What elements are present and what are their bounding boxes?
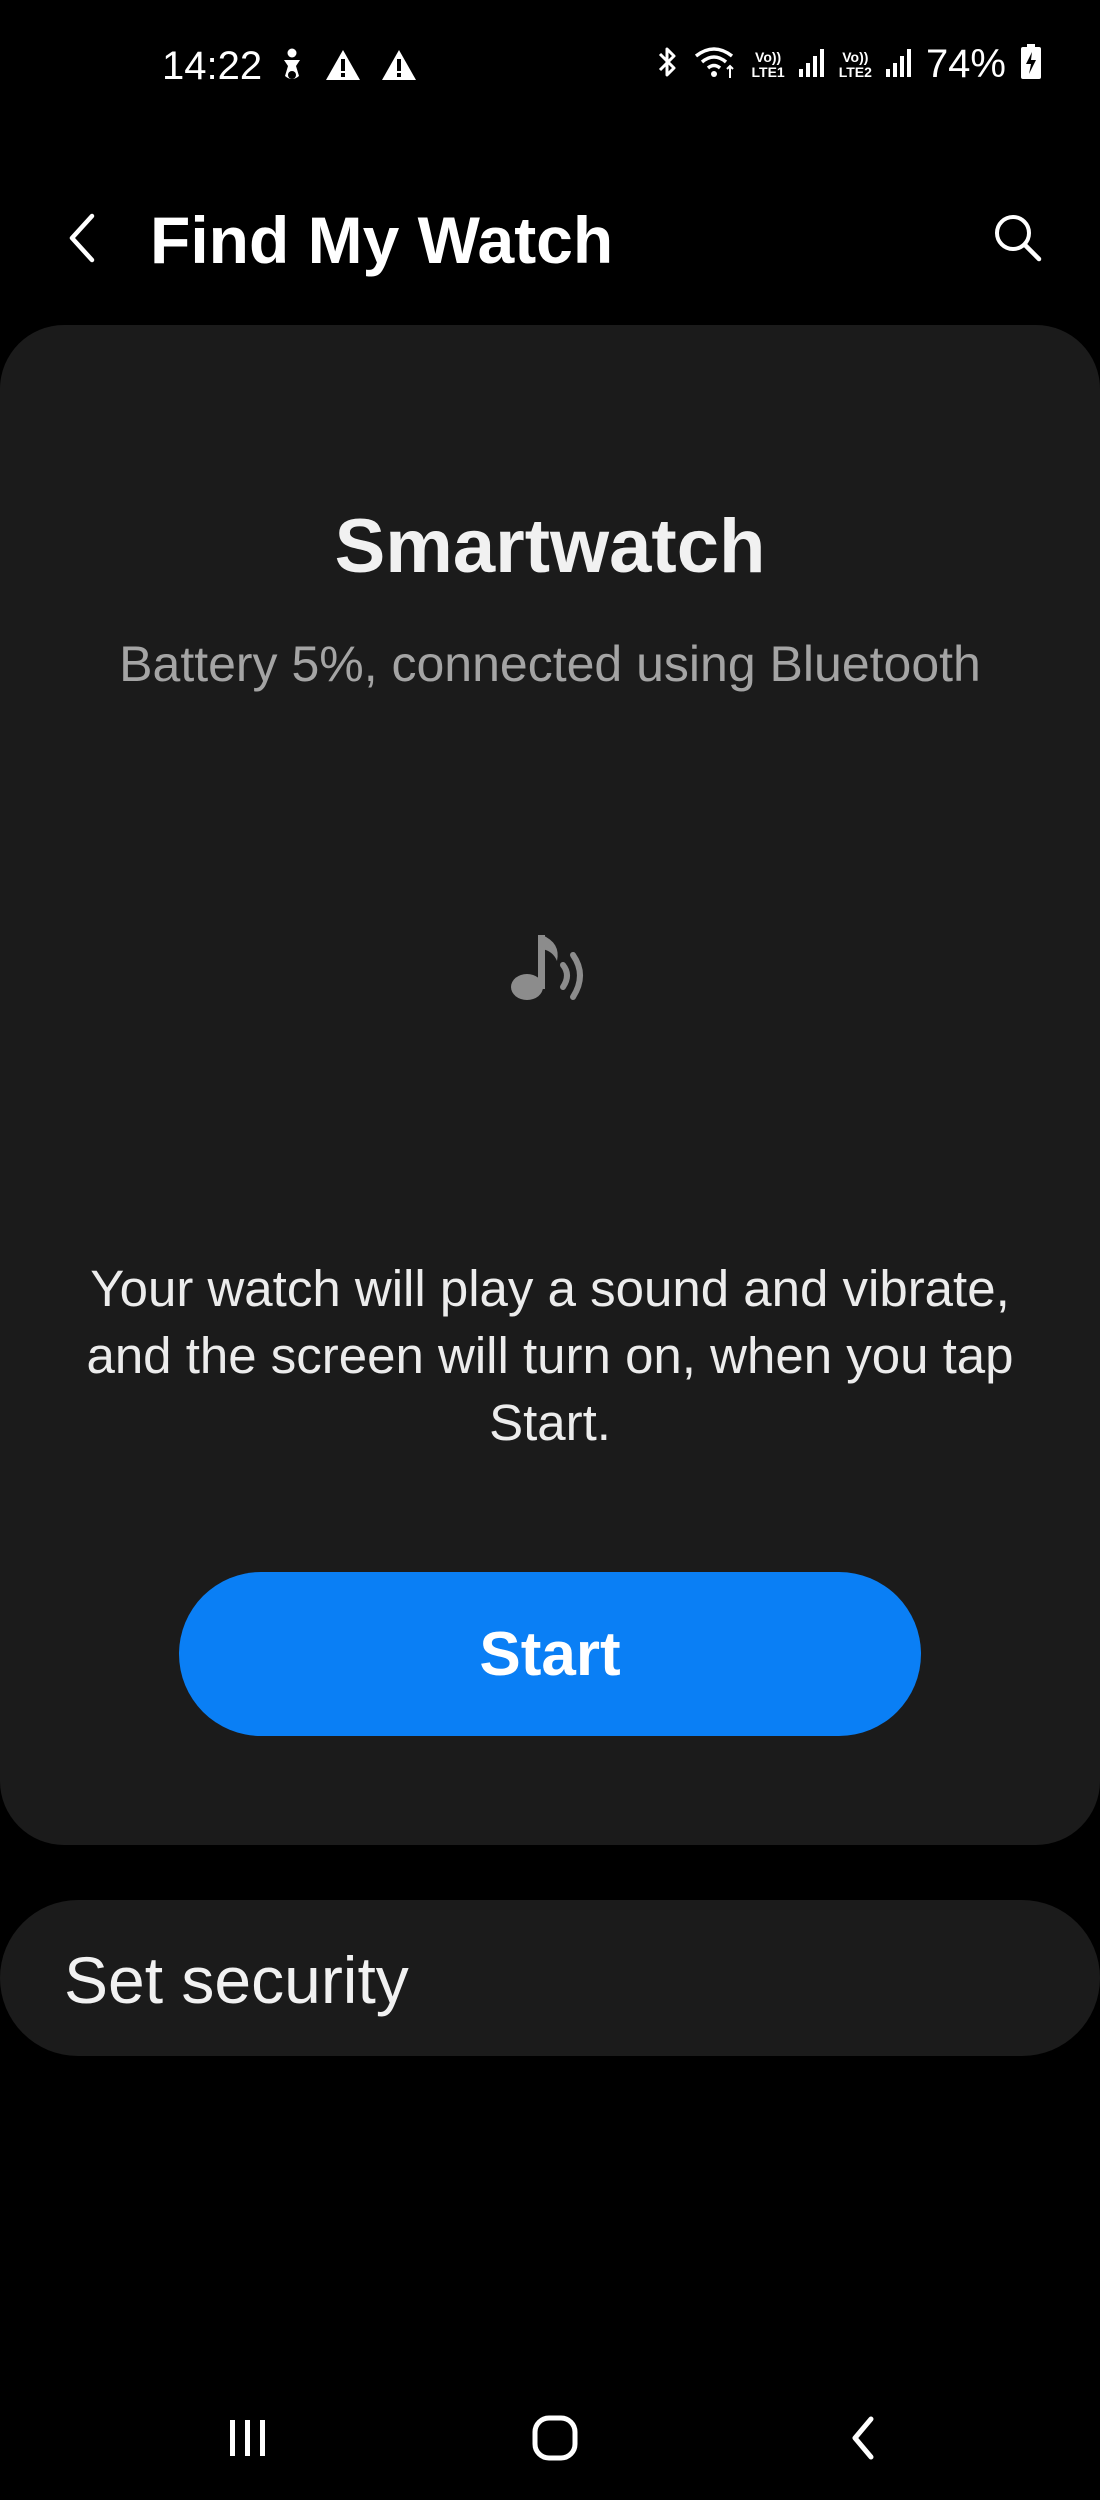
signal-icon xyxy=(798,47,825,82)
nav-back-button[interactable] xyxy=(803,2380,923,2500)
app-bar: Find My Watch xyxy=(0,170,1100,310)
start-button[interactable]: Start xyxy=(179,1572,921,1736)
home-icon xyxy=(530,2413,580,2468)
status-system-icons: Vo)) LTE1 Vo)) LTE2 74% xyxy=(656,42,1042,87)
device-status: Battery 5%, connected using Bluetooth xyxy=(119,636,981,692)
navigation-bar xyxy=(0,2380,1100,2500)
set-security-label: Set security xyxy=(64,1943,409,2017)
sound-icon xyxy=(505,925,595,1015)
status-bar: 14:22 Vo)) LTE1 Vo)) LTE2 74% xyxy=(0,0,1100,140)
sim1-volte-label: Vo)) xyxy=(755,48,782,65)
back-icon xyxy=(845,2413,881,2468)
bluetooth-icon xyxy=(656,44,680,85)
set-security-item[interactable]: Set security xyxy=(0,1900,1100,2056)
battery-percent: 74% xyxy=(925,42,1006,86)
home-button[interactable] xyxy=(495,2380,615,2500)
back-button[interactable] xyxy=(50,208,114,272)
find-description: Your watch will play a sound and vibrate… xyxy=(86,1260,1014,1451)
sim2-lte-label: LTE2 xyxy=(838,63,872,80)
status-time: 14:22 xyxy=(162,44,263,88)
status-notification-icons xyxy=(278,48,418,89)
recents-icon xyxy=(226,2416,270,2465)
page-title: Find My Watch xyxy=(150,203,614,277)
search-icon xyxy=(992,212,1044,269)
sim1-indicator: Vo)) LTE1 xyxy=(751,48,785,80)
battery-charging-icon xyxy=(1020,44,1042,85)
signal-icon xyxy=(885,47,912,82)
back-chevron-icon xyxy=(64,210,100,271)
sim2-indicator: Vo)) LTE2 xyxy=(838,48,872,80)
sim2-volte-label: Vo)) xyxy=(842,48,869,65)
device-name: Smartwatch xyxy=(334,504,766,589)
accessibility-icon xyxy=(278,48,306,89)
search-button[interactable] xyxy=(984,206,1052,274)
wifi-icon xyxy=(694,44,738,85)
sim1-lte-label: LTE1 xyxy=(751,63,785,80)
warning-icon xyxy=(380,48,418,89)
warning-icon xyxy=(324,48,362,89)
recents-button[interactable] xyxy=(188,2380,308,2500)
device-card: Smartwatch Battery 5%, connected using B… xyxy=(0,325,1100,1845)
